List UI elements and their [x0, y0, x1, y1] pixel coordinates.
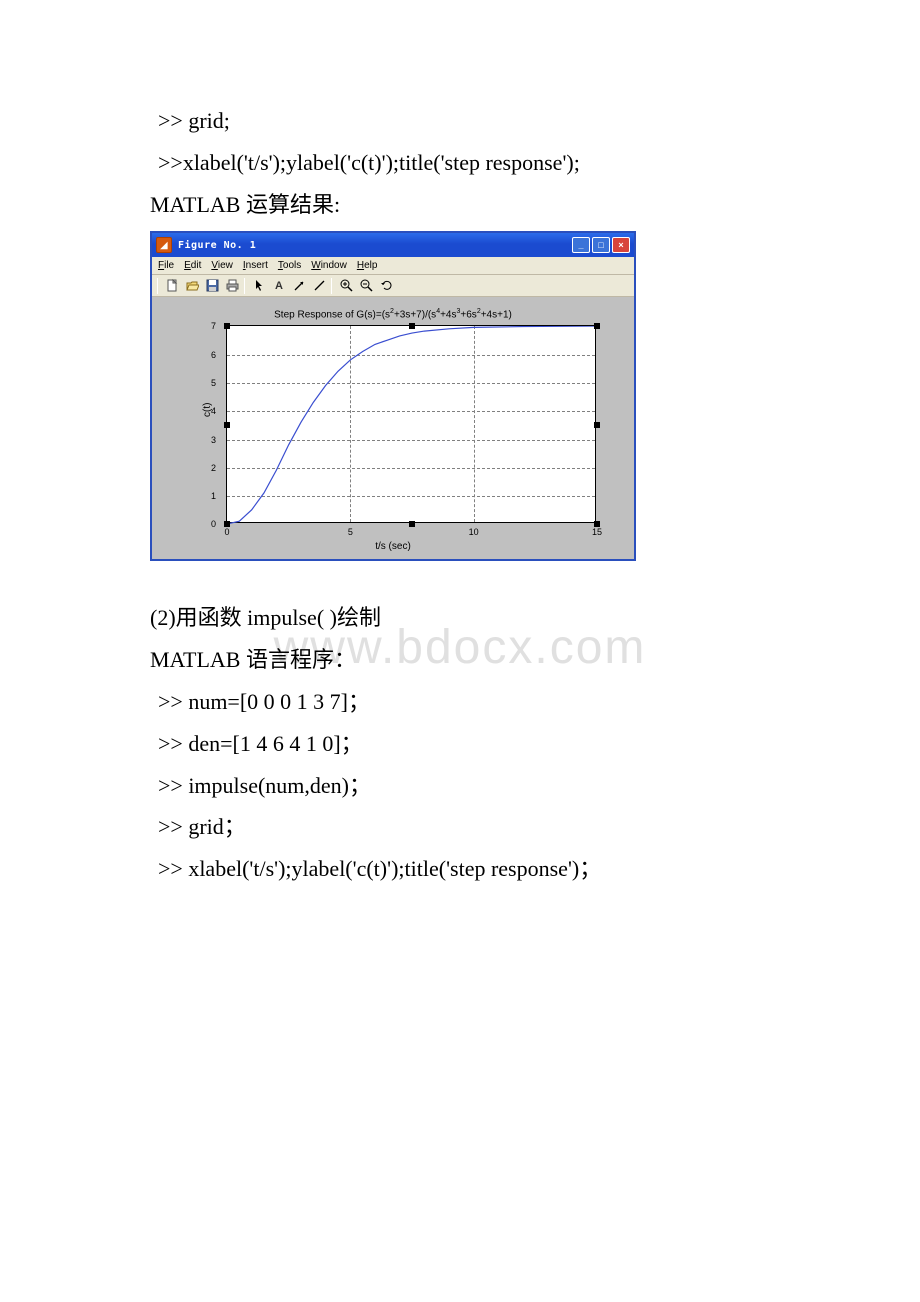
- selection-handle[interactable]: [594, 521, 600, 527]
- selection-handle[interactable]: [594, 422, 600, 428]
- code-line-den: >> den=[1 4 6 4 1 0]；: [150, 723, 770, 765]
- plot-title: Step Response of G(s)=(s2+3s+7)/(s4+4s3+…: [152, 308, 634, 320]
- selection-handle[interactable]: [594, 323, 600, 329]
- menu-tools[interactable]: Tools: [278, 260, 301, 271]
- menu-view[interactable]: View: [211, 260, 233, 271]
- toolbar-divider: [244, 278, 245, 294]
- code-line-grid2: >> grid；: [150, 806, 770, 848]
- x-tick: 0: [224, 527, 229, 537]
- selection-handle[interactable]: [224, 521, 230, 527]
- menu-edit[interactable]: Edit: [184, 260, 201, 271]
- x-axis-label: t/s (sec): [152, 541, 634, 552]
- window-controls: _ □ ×: [572, 237, 630, 253]
- y-tick: 6: [211, 350, 216, 360]
- window-title: Figure No. 1: [178, 240, 572, 251]
- toolbar-divider: [157, 278, 158, 294]
- section-heading: (2)用函数 impulse( )绘制: [150, 597, 770, 639]
- y-tick: 7: [211, 321, 216, 331]
- y-tick: 0: [211, 519, 216, 529]
- pointer-icon[interactable]: [250, 277, 268, 295]
- code-line-labels2: >> xlabel('t/s');ylabel('c(t)');title('s…: [150, 848, 770, 890]
- code-line-num: >> num=[0 0 0 1 3 7]；: [150, 681, 770, 723]
- y-tick: 2: [211, 463, 216, 473]
- maximize-button[interactable]: □: [592, 237, 610, 253]
- program-heading: MATLAB 语言程序：: [150, 639, 770, 681]
- code-line-labels: >>xlabel('t/s');ylabel('c(t)');title('st…: [150, 142, 770, 184]
- axes: 05101501234567: [226, 325, 596, 523]
- selection-handle[interactable]: [409, 323, 415, 329]
- menu-window[interactable]: Window: [311, 260, 347, 271]
- menu-insert[interactable]: Insert: [243, 260, 268, 271]
- y-tick: 4: [211, 406, 216, 416]
- selection-handle[interactable]: [224, 323, 230, 329]
- y-tick: 5: [211, 378, 216, 388]
- code-line-grid: >> grid;: [150, 100, 770, 142]
- new-icon[interactable]: [163, 277, 181, 295]
- step-response-curve: [227, 326, 597, 524]
- result-heading: MATLAB 运算结果:: [150, 184, 770, 226]
- selection-handle[interactable]: [409, 521, 415, 527]
- tool-bar: A: [152, 275, 634, 297]
- minimize-button[interactable]: _: [572, 237, 590, 253]
- zoom-in-icon[interactable]: [337, 277, 355, 295]
- rotate-icon[interactable]: [377, 277, 395, 295]
- x-tick: 5: [348, 527, 353, 537]
- zoom-out-icon[interactable]: [357, 277, 375, 295]
- menu-help[interactable]: Help: [357, 260, 378, 271]
- y-tick: 1: [211, 491, 216, 501]
- save-icon[interactable]: [203, 277, 221, 295]
- print-icon[interactable]: [223, 277, 241, 295]
- figure-window: ◢ Figure No. 1 _ □ × File Edit View Inse…: [150, 231, 636, 561]
- code-line-impulse: >> impulse(num,den)；: [150, 765, 770, 807]
- x-tick: 15: [592, 527, 602, 537]
- arrow-icon[interactable]: [290, 277, 308, 295]
- text-icon[interactable]: A: [270, 277, 288, 295]
- document-content: >> grid; >>xlabel('t/s');ylabel('c(t)');…: [150, 100, 770, 890]
- toolbar-divider: [331, 278, 332, 294]
- x-tick: 10: [469, 527, 479, 537]
- matlab-icon: ◢: [156, 237, 172, 253]
- y-tick: 3: [211, 435, 216, 445]
- plot-area: Step Response of G(s)=(s2+3s+7)/(s4+4s3+…: [152, 297, 634, 559]
- menu-bar: File Edit View Insert Tools Window Help: [152, 257, 634, 275]
- close-button[interactable]: ×: [612, 237, 630, 253]
- selection-handle[interactable]: [224, 422, 230, 428]
- menu-file[interactable]: File: [158, 260, 174, 271]
- line-icon[interactable]: [310, 277, 328, 295]
- open-icon[interactable]: [183, 277, 201, 295]
- title-bar: ◢ Figure No. 1 _ □ ×: [152, 233, 634, 257]
